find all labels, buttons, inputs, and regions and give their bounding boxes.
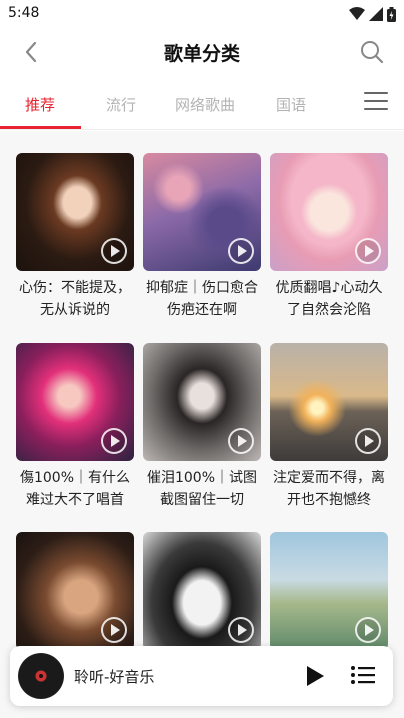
playlist-title: 优质翻唱♪心动久了自然会沦陷: [275, 280, 383, 318]
status-time: 5:48: [8, 5, 40, 21]
search-icon: [361, 41, 384, 64]
play-icon[interactable]: [101, 617, 127, 643]
playlist-cover: [16, 153, 134, 271]
battery-icon: [387, 6, 396, 22]
playlist-cover: [270, 532, 388, 650]
playlist-grid: 心伤：不能提及，无从诉说的 抑郁症｜伤口愈合伤疤还在啊 优质翻唱♪心动久了自然会…: [0, 131, 404, 718]
play-icon[interactable]: [355, 238, 381, 264]
title-bar: 歌单分类: [0, 30, 404, 74]
playlist-card[interactable]: 抑郁症｜伤口愈合伤疤还在啊: [143, 153, 261, 321]
play-button[interactable]: [304, 664, 326, 688]
signal-icon: [369, 7, 383, 21]
play-icon[interactable]: [228, 428, 254, 454]
playlist-cover: [16, 532, 134, 650]
play-icon[interactable]: [101, 238, 127, 264]
play-icon[interactable]: [355, 617, 381, 643]
playlist-cover: [16, 343, 134, 461]
playlist-title: 催泪100%｜试图截图留住一切: [146, 470, 258, 508]
play-icon[interactable]: [355, 428, 381, 454]
player-title: 聆听-好音乐: [74, 668, 155, 686]
category-menu-button[interactable]: [364, 92, 388, 114]
tab-mandarin[interactable]: 国语: [276, 94, 306, 115]
menu-icon: [364, 92, 388, 94]
playlist-cover: [270, 343, 388, 461]
list-icon: [351, 666, 375, 684]
playlist-card[interactable]: 优质翻唱♪心动久了自然会沦陷: [270, 153, 388, 321]
playlist-title: 抑郁症｜伤口愈合伤疤还在啊: [146, 280, 258, 318]
menu-icon-line: [364, 108, 388, 110]
playlist-title: 注定爱而不得，离开也不抱憾终: [273, 470, 385, 508]
status-bar: 5:48: [0, 0, 404, 28]
status-icons: [349, 6, 396, 22]
tab-divider: [0, 129, 404, 130]
wifi-icon: [349, 7, 365, 20]
playlist-cover: [143, 343, 261, 461]
playlist-card[interactable]: 心伤：不能提及，无从诉说的: [16, 153, 134, 321]
category-tabs: 推荐 流行 网络歌曲 国语: [0, 80, 404, 130]
playlist-title: 心伤：不能提及，无从诉说的: [19, 280, 131, 318]
playlist-cover: [143, 532, 261, 650]
menu-icon-line: [364, 100, 388, 102]
search-button[interactable]: [358, 38, 386, 66]
playlist-queue-button[interactable]: [350, 663, 376, 687]
mini-player[interactable]: 聆听-好音乐: [10, 646, 393, 706]
tab-pop[interactable]: 流行: [106, 94, 136, 115]
playlist-card[interactable]: 注定爱而不得，离开也不抱憾终: [270, 343, 388, 511]
play-icon: [307, 666, 324, 686]
playlist-card[interactable]: 催泪100%｜试图截图留住一切: [143, 343, 261, 511]
playlist-title: 傷100%｜有什么难过大不了唱首: [19, 470, 131, 508]
playlist-card[interactable]: 傷100%｜有什么难过大不了唱首: [16, 343, 134, 511]
playlist-cover: [270, 153, 388, 271]
play-icon[interactable]: [101, 428, 127, 454]
play-icon[interactable]: [228, 617, 254, 643]
play-icon[interactable]: [228, 238, 254, 264]
tab-internet-songs[interactable]: 网络歌曲: [175, 94, 235, 115]
page-title: 歌单分类: [163, 43, 240, 65]
tab-recommended[interactable]: 推荐: [25, 94, 55, 115]
vinyl-disc-icon[interactable]: [18, 653, 64, 699]
playlist-cover: [143, 153, 261, 271]
